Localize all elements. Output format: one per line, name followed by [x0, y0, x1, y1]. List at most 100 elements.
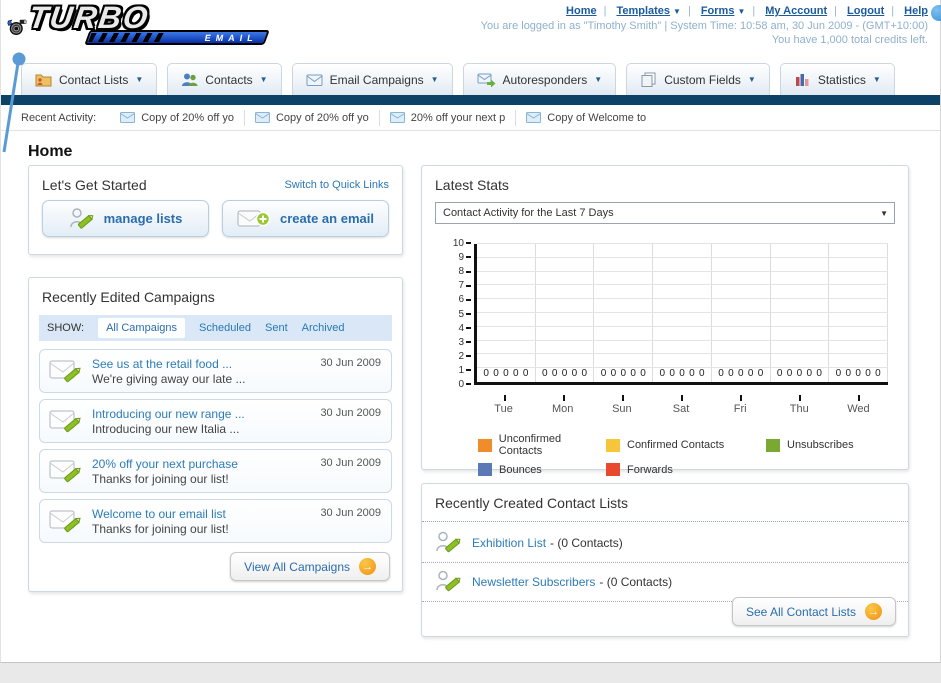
tab-label: Email Campaigns: [329, 72, 424, 87]
logo-subtitle: EMAIL: [204, 32, 259, 43]
help-bubble-icon[interactable]: [931, 5, 941, 21]
campaigns-filter-bar: SHOW: All Campaigns Scheduled Sent Archi…: [39, 315, 392, 341]
nav-link-templates[interactable]: Templates▼: [597, 5, 681, 17]
show-label: SHOW:: [47, 322, 85, 334]
campaigns-title: Recently Edited Campaigns: [42, 289, 215, 305]
chevron-down-icon: ▼: [430, 75, 439, 84]
chevron-down-icon: ▼: [880, 208, 888, 218]
envelope-arrow-icon: [477, 73, 496, 87]
envelope-icon: [254, 112, 270, 123]
header: TURBO EMAIL Home Templates▼ Forms▼ My Ac…: [1, 0, 941, 57]
campaign-title-link[interactable]: Introducing our new range ...: [92, 407, 245, 421]
main-nav-tabs: Contact Lists ▼ Contacts ▼ Email Campaig…: [1, 57, 940, 95]
legend-forwards: Forwards: [606, 463, 766, 476]
envelope-icon: [120, 112, 136, 123]
folder-contacts-icon: [35, 74, 52, 87]
legend-swatch: [766, 438, 780, 452]
latest-stats-panel: Latest Stats Contact Activity for the La…: [421, 165, 909, 476]
chevron-down-icon: ▼: [747, 75, 756, 84]
chart-legend: Unconfirmed Contacts Confirmed Contacts …: [478, 433, 908, 476]
filter-sent[interactable]: Sent: [265, 322, 288, 334]
contact-list-link[interactable]: Exhibition List: [472, 536, 546, 550]
campaign-row[interactable]: 20% off your next purchase Thanks for jo…: [39, 449, 392, 493]
envelope-pencil-icon: [49, 460, 81, 483]
navy-divider-bar: [1, 95, 940, 105]
campaign-row[interactable]: Welcome to our email list Thanks for joi…: [39, 499, 392, 543]
contact-list-count: - (0 Contacts): [599, 575, 673, 589]
app-window: TURBO EMAIL Home Templates▼ Forms▼ My Ac…: [0, 0, 941, 683]
tab-statistics[interactable]: Statistics ▼: [779, 63, 895, 95]
tab-autoresponders[interactable]: Autoresponders ▼: [462, 63, 617, 95]
contact-activity-chart: 0 1 2 3 4 5 6 7 8 9 10 000000000000000000000000000…: [432, 238, 892, 423]
contact-list-row[interactable]: Exhibition List - (0 Contacts): [422, 524, 908, 563]
campaign-subtitle: Thanks for joining our list!: [92, 471, 229, 486]
campaign-date: 30 Jun 2009: [320, 507, 381, 519]
recent-activity-item[interactable]: 20% off your next p: [380, 109, 517, 126]
envelope-pencil-icon: [49, 510, 81, 533]
manage-lists-button[interactable]: manage lists: [42, 200, 209, 237]
campaign-title-link[interactable]: See us at the retail food ...: [92, 357, 245, 371]
contact-lists-title: Recently Created Contact Lists: [435, 495, 628, 511]
logo-stripes: [88, 33, 166, 42]
header-right: Home Templates▼ Forms▼ My Account Logout…: [481, 5, 928, 46]
envelope-pencil-icon: [49, 360, 81, 383]
chevron-down-icon: ▼: [135, 75, 144, 84]
tab-contacts[interactable]: Contacts ▼: [167, 63, 282, 95]
app-logo[interactable]: TURBO EMAIL: [7, 0, 270, 55]
recent-activity-item[interactable]: Copy of 20% off yo: [245, 109, 380, 126]
stats-period-select[interactable]: Contact Activity for the Last 7 Days ▼: [435, 202, 895, 224]
envelope-icon: [306, 74, 323, 86]
campaigns-list: See us at the retail food ... We're givi…: [29, 341, 402, 543]
switch-quick-links-link[interactable]: Switch to Quick Links: [284, 179, 389, 191]
legend-confirmed: Confirmed Contacts: [606, 433, 766, 457]
chevron-down-icon: ▼: [737, 6, 746, 16]
tab-label: Contact Lists: [59, 72, 129, 87]
campaign-subtitle: Thanks for joining our list!: [92, 521, 229, 536]
tab-label: Autoresponders: [502, 72, 588, 87]
contacts-icon: [182, 73, 198, 86]
tab-contact-lists[interactable]: Contact Lists ▼: [21, 63, 158, 95]
nav-link-my-account[interactable]: My Account: [745, 5, 827, 17]
nav-link-logout[interactable]: Logout: [827, 5, 884, 17]
recent-activity-bar: Recent Activity: Copy of 20% off yo Copy…: [1, 105, 940, 131]
campaign-title-link[interactable]: Welcome to our email list: [92, 507, 229, 521]
latest-stats-title: Latest Stats: [435, 177, 509, 193]
filter-all-campaigns[interactable]: All Campaigns: [98, 318, 185, 338]
create-email-button[interactable]: create an email: [222, 200, 389, 237]
recent-activity-item[interactable]: Copy of Welcome to: [516, 110, 656, 126]
chevron-down-icon: ▼: [259, 75, 268, 84]
envelope-plus-icon: [237, 210, 271, 226]
arrow-right-icon: →: [359, 558, 376, 575]
person-pencil-icon: [436, 570, 461, 592]
campaign-row[interactable]: Introducing our new range ... Introducin…: [39, 399, 392, 443]
envelope-icon: [389, 112, 405, 123]
campaign-subtitle: Introducing our new Italia ...: [92, 421, 240, 436]
filter-scheduled[interactable]: Scheduled: [199, 322, 251, 334]
credits-remaining: You have 1,000 total credits left.: [771, 34, 928, 46]
campaign-title-link[interactable]: 20% off your next purchase: [92, 457, 238, 471]
campaigns-panel: Recently Edited Campaigns SHOW: All Camp…: [28, 277, 403, 592]
tab-custom-fields[interactable]: Custom Fields ▼: [626, 63, 770, 95]
campaign-row[interactable]: See us at the retail food ... We're givi…: [39, 349, 392, 393]
recent-activity-item[interactable]: Copy of 20% off yo: [110, 109, 245, 126]
campaign-subtitle: We're giving away our late ...: [92, 371, 246, 386]
chart-plot: 00000000000000000000000000000000000: [474, 243, 889, 385]
chart-x-labels: Tue Mon Sun Sat Fri Thu Wed: [474, 395, 888, 415]
chart-y-axis: 0 1 2 3 4 5 6 7 8 9 10: [432, 239, 471, 390]
contact-list-link[interactable]: Newsletter Subscribers: [472, 575, 595, 589]
nav-link-help[interactable]: Help: [884, 5, 928, 17]
get-started-panel: Let's Get Started Switch to Quick Links …: [28, 165, 403, 255]
contact-lists-panel: Recently Created Contact Lists Exhibitio…: [421, 483, 909, 637]
person-pencil-icon: [436, 531, 461, 553]
legend-unsubscribes: Unsubscribes: [766, 433, 908, 457]
tab-email-campaigns[interactable]: Email Campaigns ▼: [291, 63, 453, 95]
filter-archived[interactable]: Archived: [302, 322, 345, 334]
nav-link-home[interactable]: Home: [566, 5, 597, 17]
campaign-date: 30 Jun 2009: [320, 357, 381, 369]
campaign-date: 30 Jun 2009: [320, 457, 381, 469]
recent-activity-label: Recent Activity:: [21, 111, 97, 124]
see-all-contact-lists-button[interactable]: See All Contact Lists →: [731, 597, 896, 626]
nav-link-forms[interactable]: Forms▼: [681, 5, 746, 17]
view-all-campaigns-button[interactable]: View All Campaigns →: [230, 552, 390, 581]
header-nav-links: Home Templates▼ Forms▼ My Account Logout…: [481, 5, 928, 17]
